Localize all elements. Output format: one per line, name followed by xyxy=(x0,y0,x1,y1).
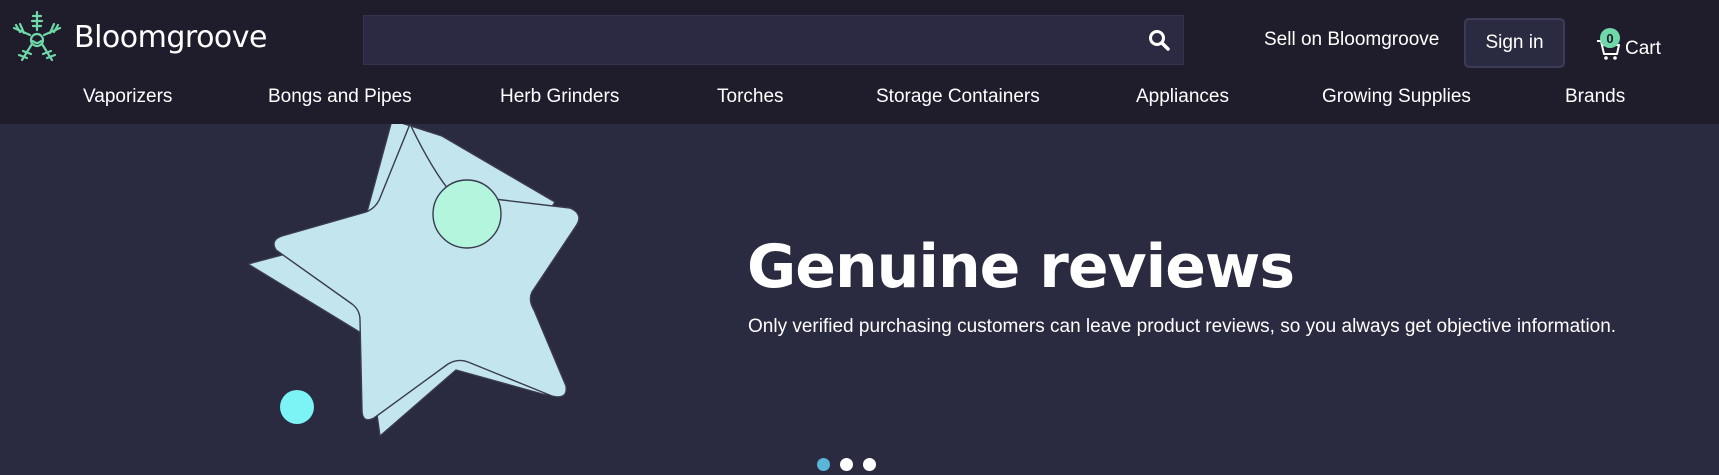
nav-item-appliances[interactable]: Appliances xyxy=(1136,86,1229,108)
nav-item-herb-grinders[interactable]: Herb Grinders xyxy=(500,86,619,108)
cart-count-badge: 0 xyxy=(1600,28,1620,48)
carousel-dot-2[interactable] xyxy=(840,458,853,471)
star-leaf-logo-icon xyxy=(12,10,62,62)
cyan-circle-shape xyxy=(280,390,314,424)
category-nav: Vaporizers Bongs and Pipes Herb Grinders… xyxy=(0,82,1719,118)
carousel-dot-1[interactable] xyxy=(817,458,830,471)
sign-in-button[interactable]: Sign in xyxy=(1464,18,1565,68)
top-header: Bloomgroove Sell on Bloomgroove Sign in … xyxy=(0,0,1719,124)
hero-description: Only verified purchasing customers can l… xyxy=(748,316,1617,337)
logo[interactable]: Bloomgroove xyxy=(8,6,268,68)
nav-item-brands[interactable]: Brands xyxy=(1565,86,1625,108)
search-icon xyxy=(1149,30,1170,51)
mint-circle-shape xyxy=(432,179,502,249)
nav-item-storage-containers[interactable]: Storage Containers xyxy=(876,86,1040,108)
cart-button[interactable]: 0 Cart xyxy=(1592,26,1702,66)
star-illustration xyxy=(247,124,580,437)
nav-item-vaporizers[interactable]: Vaporizers xyxy=(83,86,172,108)
nav-item-bongs-and-pipes[interactable]: Bongs and Pipes xyxy=(268,86,412,108)
carousel-dots xyxy=(817,458,876,472)
search-input[interactable] xyxy=(364,16,1134,64)
hero-title: Genuine reviews xyxy=(747,232,1295,302)
search-button[interactable] xyxy=(1145,26,1173,54)
brand-name: Bloomgroove xyxy=(74,19,268,55)
star-shape xyxy=(273,124,580,421)
search-bar xyxy=(363,15,1184,65)
nav-item-torches[interactable]: Torches xyxy=(717,86,784,108)
nav-item-growing-supplies[interactable]: Growing Supplies xyxy=(1322,86,1471,108)
carousel-dot-3[interactable] xyxy=(863,458,876,471)
sell-on-bloomgroove-link[interactable]: Sell on Bloomgroove xyxy=(1264,29,1439,51)
cart-label: Cart xyxy=(1625,38,1661,59)
hero-banner: Genuine reviews Only verified purchasing… xyxy=(0,124,1719,475)
